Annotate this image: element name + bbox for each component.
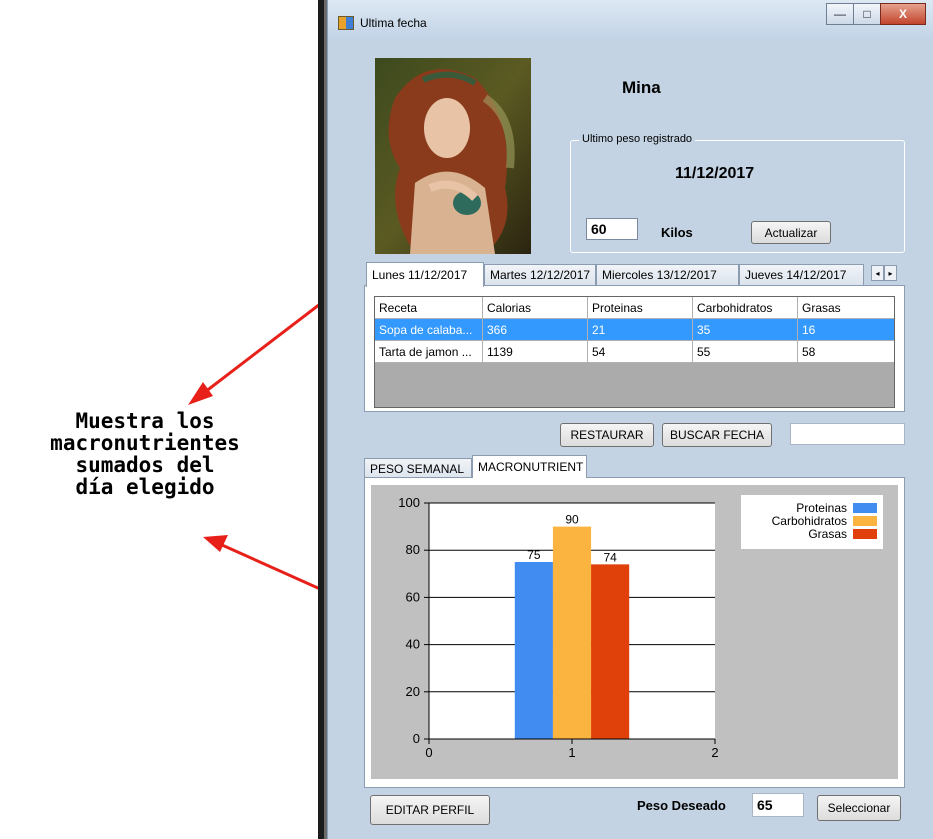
search-date-input[interactable] — [790, 423, 905, 445]
tab-thursday[interactable]: Jueves 14/12/2017 — [739, 264, 864, 286]
data-label: 74 — [603, 550, 617, 564]
table-row[interactable]: Sopa de calaba... 366 21 35 16 — [375, 319, 894, 341]
legend-label: Proteinas — [796, 501, 847, 515]
table-cell[interactable]: 1139 — [483, 341, 588, 363]
data-label: 90 — [565, 513, 579, 527]
legend-label: Grasas — [808, 527, 847, 541]
table-row[interactable]: Tarta de jamon ... 1139 54 55 58 — [375, 341, 894, 363]
tab-scroll-left-icon[interactable]: ◂ — [871, 265, 884, 281]
last-weight-date: 11/12/2017 — [675, 165, 755, 182]
maximize-button[interactable]: □ — [853, 3, 881, 25]
search-date-button[interactable]: BUSCAR FECHA — [662, 423, 772, 447]
chart-tabs: PESO SEMANAL MACRONUTRIENT — [364, 455, 664, 480]
column-header[interactable]: Calorias — [483, 297, 588, 319]
legend-label: Carbohidratos — [772, 514, 847, 528]
annotation-line: sumados del — [75, 453, 215, 477]
annotation-text: Muestra los macronutrientes sumados del … — [0, 410, 290, 498]
profile-picture — [375, 58, 531, 254]
weight-unit-label: Kilos — [661, 225, 693, 240]
table-cell[interactable]: 55 — [693, 341, 798, 363]
table-cell[interactable]: Tarta de jamon ... — [375, 341, 483, 363]
table-cell[interactable]: 58 — [798, 341, 894, 363]
column-header[interactable]: Proteinas — [588, 297, 693, 319]
arrow-head — [203, 535, 228, 552]
annotation-line: día elegido — [75, 475, 215, 499]
y-tick-label: 40 — [406, 637, 420, 652]
bar-proteinas — [514, 562, 553, 739]
recipes-table: Receta Calorias Proteinas Carbohidratos … — [374, 296, 895, 408]
bar-carbohidratos — [552, 526, 592, 739]
minimize-button[interactable]: — — [826, 3, 854, 25]
x-tick-label: 2 — [711, 745, 718, 760]
title-bar[interactable]: Ultima fecha — □ X — [328, 0, 933, 40]
app-icon — [338, 16, 354, 30]
legend-swatch — [853, 516, 877, 526]
legend-swatch — [853, 529, 877, 539]
column-header[interactable]: Receta — [375, 297, 483, 319]
chart-panel: 0 20 40 60 80 100 0 1 2 75 90 74 Proteinas Carbohidra… — [364, 477, 905, 788]
y-tick-label: 0 — [413, 731, 420, 746]
day-panel: Receta Calorias Proteinas Carbohidratos … — [364, 285, 905, 412]
window-title: Ultima fecha — [360, 16, 427, 30]
weight-input[interactable]: 60 — [586, 218, 638, 240]
restore-button[interactable]: RESTAURAR — [560, 423, 654, 447]
table-cell[interactable]: 16 — [798, 319, 894, 341]
data-label: 75 — [527, 548, 541, 562]
table-header: Receta Calorias Proteinas Carbohidratos … — [375, 297, 894, 319]
window-controls: — □ X — [826, 3, 926, 25]
column-header[interactable]: Grasas — [798, 297, 894, 319]
table-cell[interactable]: Sopa de calaba... — [375, 319, 483, 341]
desired-weight-input[interactable]: 65 — [752, 793, 804, 817]
desired-weight-label: Peso Deseado — [637, 798, 726, 813]
tab-scroll-right-icon[interactable]: ▸ — [884, 265, 897, 281]
chart-svg: 0 20 40 60 80 100 0 1 2 75 90 74 ProteinasCarbohidra… — [398, 495, 883, 760]
tab-tuesday[interactable]: Martes 12/12/2017 — [484, 264, 596, 286]
tab-monday[interactable]: Lunes 11/12/2017 — [366, 262, 484, 287]
macronutrient-chart: 0 20 40 60 80 100 0 1 2 75 90 74 Proteinas Carbohidra… — [371, 485, 898, 779]
x-tick-label: 0 — [425, 745, 432, 760]
table-cell[interactable]: 54 — [588, 341, 693, 363]
table-cell[interactable]: 35 — [693, 319, 798, 341]
legend-swatch — [853, 503, 877, 513]
last-weight-group: Ultimo peso registrado 11/12/2017 60 Kil… — [570, 133, 905, 253]
arrow-head — [188, 382, 213, 405]
annotation-line: macronutrientes — [50, 431, 240, 455]
column-header[interactable]: Carbohidratos — [693, 297, 798, 319]
update-weight-button[interactable]: Actualizar — [751, 221, 831, 244]
table-cell[interactable]: 21 — [588, 319, 693, 341]
table-cell[interactable]: 366 — [483, 319, 588, 341]
y-tick-label: 80 — [406, 542, 420, 557]
annotation-line: Muestra los — [75, 409, 215, 433]
tab-wednesday[interactable]: Miercoles 13/12/2017 — [596, 264, 739, 286]
y-tick-label: 60 — [406, 589, 420, 604]
day-tabs: Lunes 11/12/2017 Martes 12/12/2017 Mierc… — [366, 262, 903, 287]
edit-profile-button[interactable]: EDITAR PERFIL — [370, 795, 490, 825]
select-button[interactable]: Seleccionar — [817, 795, 901, 821]
y-tick-label: 100 — [398, 495, 420, 510]
app-window: Ultima fecha — □ X Mina Ultimo peso regi… — [327, 0, 933, 839]
last-weight-group-label: Ultimo peso registrado — [579, 133, 696, 145]
close-button[interactable]: X — [880, 3, 926, 25]
x-tick-label: 1 — [568, 745, 575, 760]
tab-macronutrients[interactable]: MACRONUTRIENT — [472, 455, 587, 478]
bar-grasas — [591, 564, 630, 739]
user-name: Mina — [622, 78, 661, 97]
y-tick-label: 20 — [406, 684, 420, 699]
